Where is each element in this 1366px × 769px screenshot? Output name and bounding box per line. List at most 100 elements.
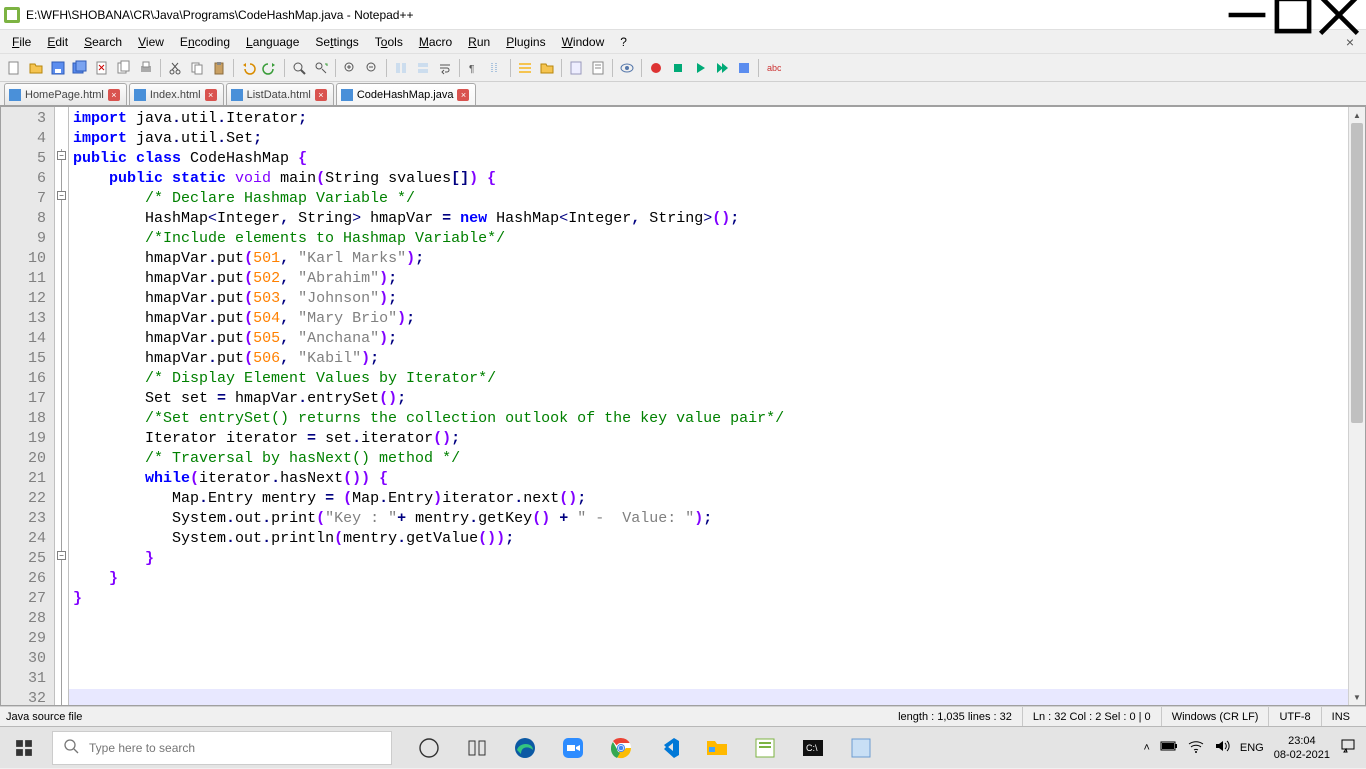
menu-window[interactable]: Window xyxy=(554,33,613,51)
tab-listdata-html[interactable]: ListData.html× xyxy=(226,83,334,105)
fold-margin[interactable]: − − − xyxy=(55,107,69,705)
vertical-scrollbar[interactable]: ▲ ▼ xyxy=(1348,107,1365,705)
zoom-in-icon[interactable] xyxy=(340,58,360,78)
code-area[interactable]: import java.util.Iterator;import java.ut… xyxy=(69,107,1348,705)
code-line[interactable]: hmapVar.put(505, "Anchana"); xyxy=(73,329,1348,349)
replace-icon[interactable] xyxy=(311,58,331,78)
close-all-icon[interactable] xyxy=(114,58,134,78)
menu-edit[interactable]: Edit xyxy=(39,33,76,51)
code-line[interactable]: /* Display Element Values by Iterator*/ xyxy=(73,369,1348,389)
indent-guide-icon[interactable] xyxy=(486,58,506,78)
wifi-icon[interactable] xyxy=(1188,739,1204,756)
fold-box-main[interactable]: − xyxy=(57,191,66,200)
tab-close-icon[interactable]: × xyxy=(205,89,217,101)
menu-help[interactable]: ? xyxy=(612,33,635,51)
edge-icon[interactable] xyxy=(504,727,546,769)
code-line[interactable]: hmapVar.put(501, "Karl Marks"); xyxy=(73,249,1348,269)
code-line[interactable]: HashMap<Integer, String> hmapVar = new H… xyxy=(73,209,1348,229)
battery-icon[interactable] xyxy=(1160,740,1178,755)
menu-close-x[interactable]: × xyxy=(1338,34,1362,50)
code-line[interactable]: Iterator iterator = set.iterator(); xyxy=(73,429,1348,449)
save-all-icon[interactable] xyxy=(70,58,90,78)
menu-language[interactable]: Language xyxy=(238,33,307,51)
menu-file[interactable]: File xyxy=(4,33,39,51)
code-line[interactable]: import java.util.Iterator; xyxy=(73,109,1348,129)
tab-close-icon[interactable]: × xyxy=(457,89,469,101)
menu-macro[interactable]: Macro xyxy=(411,33,460,51)
menu-view[interactable]: View xyxy=(130,33,172,51)
code-line[interactable]: hmapVar.put(506, "Kabil"); xyxy=(73,349,1348,369)
tab-codehashmap-java[interactable]: CodeHashMap.java× xyxy=(336,83,477,105)
notepadpp-taskbar-icon[interactable] xyxy=(744,727,786,769)
print-icon[interactable] xyxy=(136,58,156,78)
cmd-icon[interactable]: C:\ xyxy=(792,727,834,769)
fold-box-class[interactable]: − xyxy=(57,151,66,160)
explorer-icon[interactable] xyxy=(696,727,738,769)
paste-icon[interactable] xyxy=(209,58,229,78)
code-line[interactable]: /*Include elements to Hashmap Variable*/ xyxy=(73,229,1348,249)
tab-close-icon[interactable]: × xyxy=(315,89,327,101)
scroll-thumb[interactable] xyxy=(1351,123,1363,423)
language-indicator[interactable]: ENG xyxy=(1240,742,1264,754)
zoom-icon[interactable] xyxy=(552,727,594,769)
menu-tools[interactable]: Tools xyxy=(367,33,411,51)
stop-icon[interactable] xyxy=(668,58,688,78)
notifications-icon[interactable] xyxy=(1340,738,1356,757)
code-line[interactable]: public class CodeHashMap { xyxy=(73,149,1348,169)
app-icon-generic[interactable] xyxy=(840,727,882,769)
taskbar-search[interactable]: Type here to search xyxy=(52,731,392,765)
cut-icon[interactable] xyxy=(165,58,185,78)
menu-plugins[interactable]: Plugins xyxy=(498,33,553,51)
maximize-button[interactable] xyxy=(1270,0,1316,30)
code-line[interactable]: import java.util.Set; xyxy=(73,129,1348,149)
sync-h-icon[interactable] xyxy=(413,58,433,78)
undo-icon[interactable] xyxy=(238,58,258,78)
find-icon[interactable] xyxy=(289,58,309,78)
status-encoding[interactable]: UTF-8 xyxy=(1269,707,1321,726)
status-insert-mode[interactable]: INS xyxy=(1322,707,1360,726)
close-button[interactable] xyxy=(1316,0,1362,30)
code-line[interactable]: /*Set entrySet() returns the collection … xyxy=(73,409,1348,429)
folder-icon[interactable] xyxy=(537,58,557,78)
code-line[interactable]: Set set = hmapVar.entrySet(); xyxy=(73,389,1348,409)
doc-map-icon[interactable] xyxy=(566,58,586,78)
save-icon[interactable] xyxy=(48,58,68,78)
task-view-icon[interactable] xyxy=(408,727,450,769)
menu-settings[interactable]: Settings xyxy=(307,33,366,51)
tab-homepage-html[interactable]: HomePage.html× xyxy=(4,83,127,105)
hidden-chars-icon[interactable]: ¶ xyxy=(464,58,484,78)
status-eol[interactable]: Windows (CR LF) xyxy=(1162,707,1270,726)
tab-index-html[interactable]: Index.html× xyxy=(129,83,224,105)
play-multi-icon[interactable] xyxy=(712,58,732,78)
code-line[interactable]: /* Traversal by hasNext() method */ xyxy=(73,449,1348,469)
menu-run[interactable]: Run xyxy=(460,33,498,51)
spell-icon[interactable]: abc xyxy=(763,58,783,78)
code-line[interactable]: System.out.print("Key : "+ mentry.getKey… xyxy=(73,509,1348,529)
code-line[interactable]: hmapVar.put(502, "Abrahim"); xyxy=(73,269,1348,289)
code-line[interactable]: hmapVar.put(504, "Mary Brio"); xyxy=(73,309,1348,329)
vscode-icon[interactable] xyxy=(648,727,690,769)
save-macro-icon[interactable] xyxy=(734,58,754,78)
monitor-icon[interactable] xyxy=(617,58,637,78)
code-line[interactable]: /* Declare Hashmap Variable */ xyxy=(73,189,1348,209)
scroll-down-icon[interactable]: ▼ xyxy=(1349,689,1365,705)
code-line[interactable]: public static void main(String svalues[]… xyxy=(73,169,1348,189)
start-button[interactable] xyxy=(0,727,48,769)
cortana-icon[interactable] xyxy=(456,727,498,769)
menu-search[interactable]: Search xyxy=(76,33,130,51)
func-list-icon[interactable] xyxy=(515,58,535,78)
code-line[interactable]: while(iterator.hasNext()) { xyxy=(73,469,1348,489)
new-file-icon[interactable] xyxy=(4,58,24,78)
code-line[interactable]: } xyxy=(73,569,1348,589)
sync-v-icon[interactable] xyxy=(391,58,411,78)
wrap-icon[interactable] xyxy=(435,58,455,78)
doc-list-icon[interactable] xyxy=(588,58,608,78)
tab-close-icon[interactable]: × xyxy=(108,89,120,101)
redo-icon[interactable] xyxy=(260,58,280,78)
code-line[interactable]: Map.Entry mentry = (Map.Entry)iterator.n… xyxy=(73,489,1348,509)
tray-chevron-icon[interactable]: ˄ xyxy=(1143,742,1149,754)
play-icon[interactable] xyxy=(690,58,710,78)
code-line[interactable]: System.out.println(mentry.getValue()); xyxy=(73,529,1348,549)
zoom-out-icon[interactable] xyxy=(362,58,382,78)
chrome-icon[interactable] xyxy=(600,727,642,769)
